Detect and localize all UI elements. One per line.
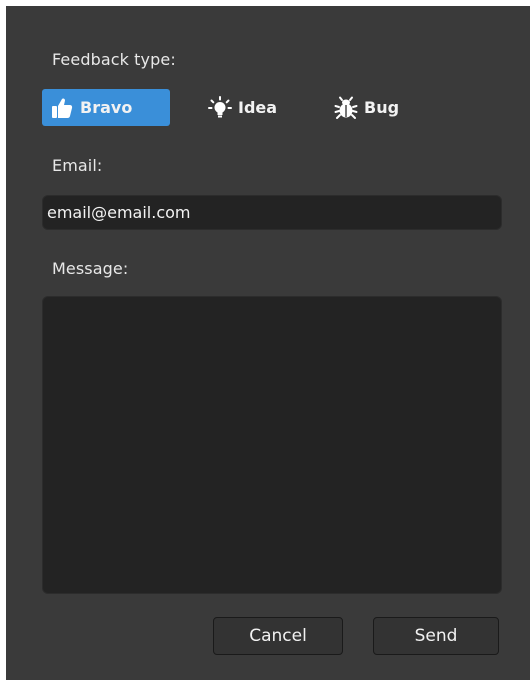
message-label: Message: bbox=[52, 259, 129, 278]
feedback-type-bravo-label: Bravo bbox=[80, 98, 133, 117]
thumbs-up-icon bbox=[50, 96, 74, 120]
send-button[interactable]: Send bbox=[373, 617, 499, 655]
feedback-type-idea-label: Idea bbox=[238, 98, 278, 117]
email-label: Email: bbox=[52, 156, 103, 175]
feedback-type-label: Feedback type: bbox=[52, 50, 176, 69]
email-field[interactable] bbox=[42, 195, 502, 230]
feedback-type-bug-label: Bug bbox=[364, 98, 400, 117]
feedback-type-selector: Bravo Idea Bug bbox=[42, 89, 502, 127]
feedback-type-bravo-button[interactable]: Bravo bbox=[42, 89, 170, 126]
feedback-type-idea-button[interactable]: Idea bbox=[200, 89, 288, 126]
bug-icon bbox=[334, 96, 358, 120]
cancel-button[interactable]: Cancel bbox=[213, 617, 343, 655]
message-field[interactable] bbox=[42, 296, 502, 594]
feedback-type-bug-button[interactable]: Bug bbox=[326, 89, 412, 126]
lightbulb-icon bbox=[208, 95, 232, 120]
feedback-dialog: Feedback type: Bravo Idea Bug Email: ema… bbox=[6, 6, 530, 680]
